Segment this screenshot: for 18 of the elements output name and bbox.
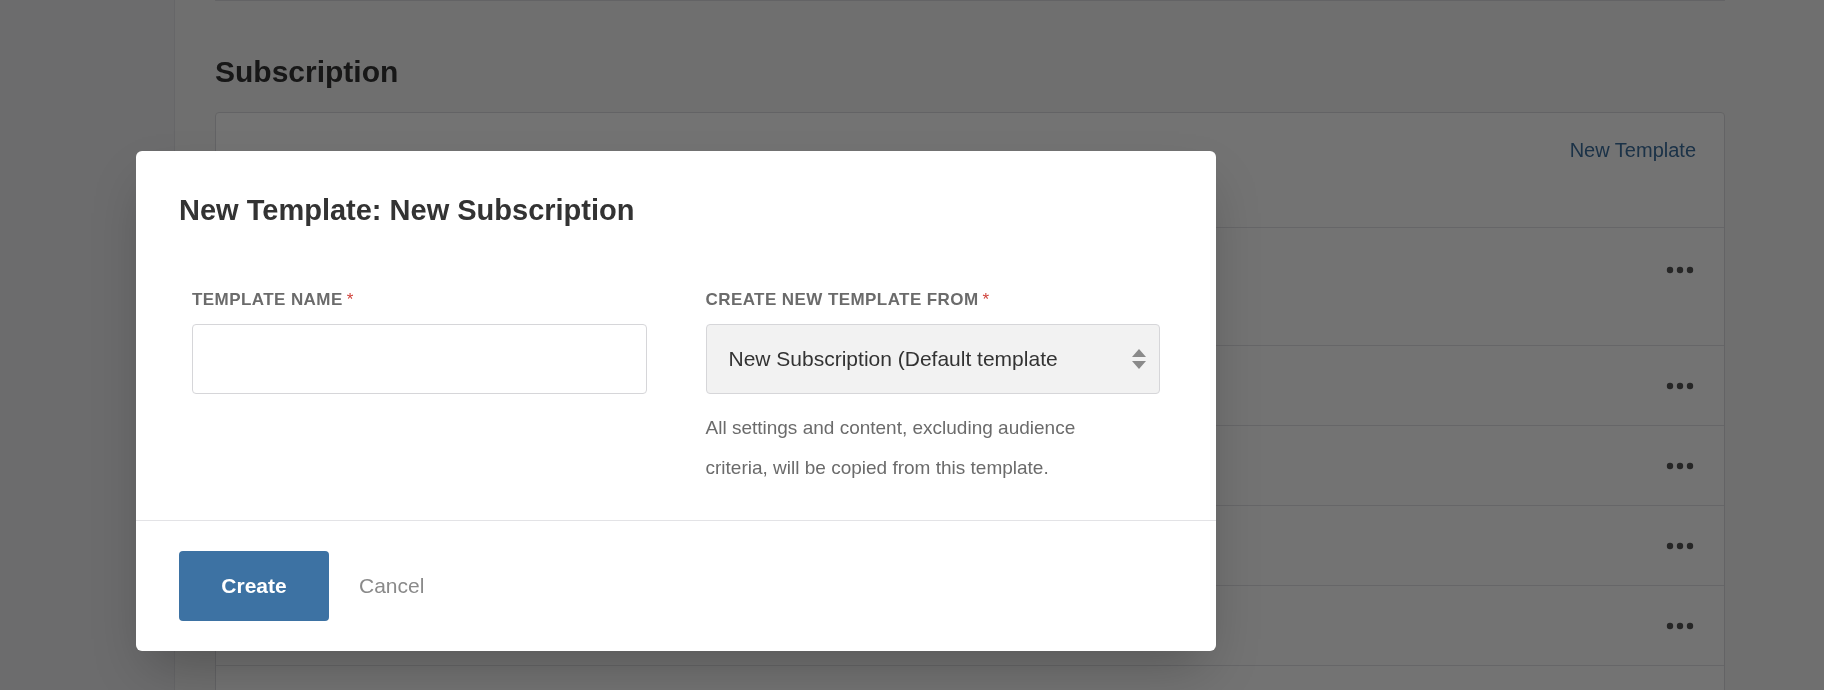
template-name-field[interactable] [192, 324, 647, 394]
required-mark: * [982, 288, 990, 311]
required-mark: * [346, 288, 354, 311]
more-options-icon[interactable] [1666, 461, 1694, 470]
more-options-icon[interactable] [1666, 266, 1694, 274]
more-options-icon[interactable] [1666, 621, 1694, 630]
help-text: All settings and content, excluding audience criteria, will be copied from this template. [705, 416, 1077, 480]
new-template-link[interactable]: New Template [1569, 135, 1696, 165]
more-options-icon[interactable] [1666, 541, 1694, 550]
create-button[interactable]: Create [179, 551, 329, 621]
cancel-button[interactable]: Cancel [357, 570, 427, 602]
more-options-icon[interactable] [1666, 381, 1694, 390]
sort-arrows-icon [1131, 348, 1147, 370]
field-label: TEMPLATE NAME [192, 288, 343, 311]
modal-title: New Template: New Subscription [179, 193, 636, 228]
template-select[interactable]: New Subscription (Default template [705, 324, 1160, 394]
field-label: CREATE NEW TEMPLATE FROM [705, 288, 979, 311]
section-heading: Subscription [215, 54, 400, 90]
